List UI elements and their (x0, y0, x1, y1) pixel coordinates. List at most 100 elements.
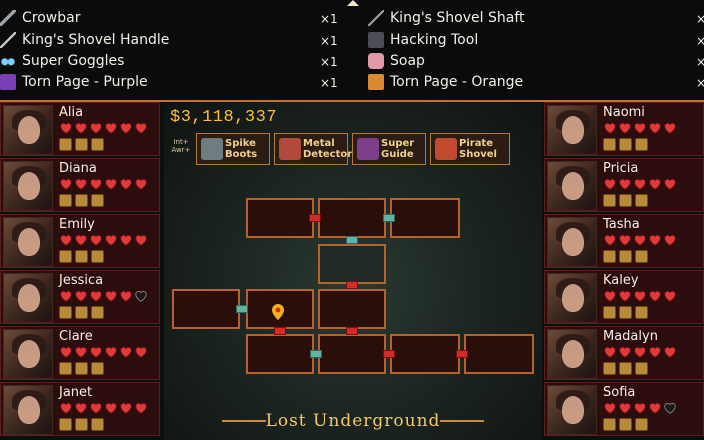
status-icon (59, 138, 72, 151)
collapse-arrow-icon[interactable] (347, 0, 359, 6)
door-locked[interactable] (309, 214, 321, 222)
heart-full-icon (663, 177, 677, 191)
heart-full-icon (648, 401, 662, 415)
affection-hearts (603, 345, 677, 359)
character-card[interactable]: Jessica (0, 270, 160, 324)
heart-full-icon (648, 121, 662, 135)
heart-full-icon (74, 177, 88, 191)
super-guide-icon (357, 138, 379, 160)
heart-full-icon (134, 401, 148, 415)
character-card[interactable]: Kaley (544, 270, 704, 324)
door-open[interactable] (236, 305, 248, 313)
map-room[interactable] (318, 289, 386, 329)
heart-full-icon (119, 233, 133, 247)
character-portrait[interactable] (547, 273, 597, 323)
door-locked[interactable] (456, 350, 468, 358)
tool-metal-detector[interactable]: Metal Detector (274, 133, 352, 165)
door-locked[interactable] (346, 327, 358, 335)
character-portrait[interactable] (3, 161, 53, 211)
map-room[interactable] (318, 198, 386, 238)
character-portrait[interactable] (3, 105, 53, 155)
door-open[interactable] (346, 236, 358, 244)
affection-hearts (59, 289, 148, 303)
status-icon (619, 138, 632, 151)
character-portrait[interactable] (547, 385, 597, 435)
heart-full-icon (104, 233, 118, 247)
inventory-item[interactable]: Soap (368, 51, 425, 71)
character-card[interactable]: Tasha (544, 214, 704, 268)
door-locked[interactable] (346, 281, 358, 289)
tool-super-guide[interactable]: Super Guide (352, 133, 426, 165)
map-room[interactable] (172, 289, 240, 329)
heart-full-icon (603, 233, 617, 247)
heart-full-icon (89, 289, 103, 303)
heart-full-icon (663, 289, 677, 303)
character-card[interactable]: Madalyn (544, 326, 704, 380)
status-icon (75, 138, 88, 151)
shovel-handle-icon (0, 32, 16, 48)
map-room[interactable] (464, 334, 534, 374)
character-card[interactable]: Emily (0, 214, 160, 268)
inventory-item-label: King's Shovel Handle (22, 32, 170, 48)
tool-label: Pirate Shovel (459, 138, 497, 160)
map-room[interactable] (246, 334, 314, 374)
character-portrait[interactable] (3, 329, 53, 379)
status-icon (75, 194, 88, 207)
character-card[interactable]: Alia (0, 102, 160, 156)
map-room[interactable] (390, 334, 460, 374)
affection-hearts (59, 233, 148, 247)
character-card[interactable]: Sofia (544, 382, 704, 436)
map-room[interactable] (246, 198, 314, 238)
character-portrait[interactable] (547, 161, 597, 211)
heart-full-icon (119, 345, 133, 359)
character-portrait[interactable] (3, 385, 53, 435)
map-room[interactable] (390, 198, 460, 238)
character-portrait[interactable] (3, 273, 53, 323)
status-icon (91, 194, 104, 207)
character-card[interactable]: Clare (0, 326, 160, 380)
character-portrait[interactable] (547, 217, 597, 267)
map-room[interactable] (318, 334, 386, 374)
status-icon (635, 362, 648, 375)
heart-full-icon (74, 345, 88, 359)
door-locked[interactable] (383, 350, 395, 358)
inventory-item[interactable]: King's Shovel Shaft (368, 8, 525, 28)
map-room-current[interactable] (318, 244, 386, 284)
tool-label: Super Guide (381, 138, 415, 160)
character-portrait[interactable] (547, 105, 597, 155)
door-open[interactable] (310, 350, 322, 358)
door-open[interactable] (383, 214, 395, 222)
heart-full-icon (89, 121, 103, 135)
inventory-item[interactable]: Hacking Tool (368, 30, 478, 50)
inventory-item[interactable]: Crowbar (0, 8, 80, 28)
status-icon (603, 250, 616, 263)
inventory-item[interactable]: Super Goggles (0, 51, 124, 71)
character-card[interactable]: Naomi (544, 102, 704, 156)
tool-pirate-shovel[interactable]: Pirate Shovel (430, 133, 510, 165)
inventory-qty: × (696, 12, 704, 26)
heart-full-icon (633, 289, 647, 303)
status-icon (75, 418, 88, 431)
status-icon (91, 250, 104, 263)
tool-spike-boots[interactable]: Spike Boots (196, 133, 270, 165)
heart-full-icon (74, 233, 88, 247)
heart-full-icon (663, 233, 677, 247)
status-icon (91, 138, 104, 151)
inventory-item[interactable]: King's Shovel Handle (0, 30, 169, 50)
inventory-item[interactable]: Torn Page - Orange (368, 72, 523, 92)
character-card[interactable]: Janet (0, 382, 160, 436)
door-locked[interactable] (274, 327, 286, 335)
inventory-item[interactable]: Torn Page - Purple (0, 72, 148, 92)
torn-page-orange-icon (368, 74, 384, 90)
character-status-icons (603, 250, 648, 263)
character-portrait[interactable] (547, 329, 597, 379)
heart-full-icon (603, 289, 617, 303)
affection-hearts (59, 177, 148, 191)
character-card[interactable]: Diana (0, 158, 160, 212)
affection-hearts (603, 401, 677, 415)
character-card[interactable]: Pricia (544, 158, 704, 212)
character-portrait[interactable] (3, 217, 53, 267)
status-icon (603, 138, 616, 151)
awr-stat: Awr+ (171, 146, 191, 154)
affection-hearts (603, 289, 677, 303)
